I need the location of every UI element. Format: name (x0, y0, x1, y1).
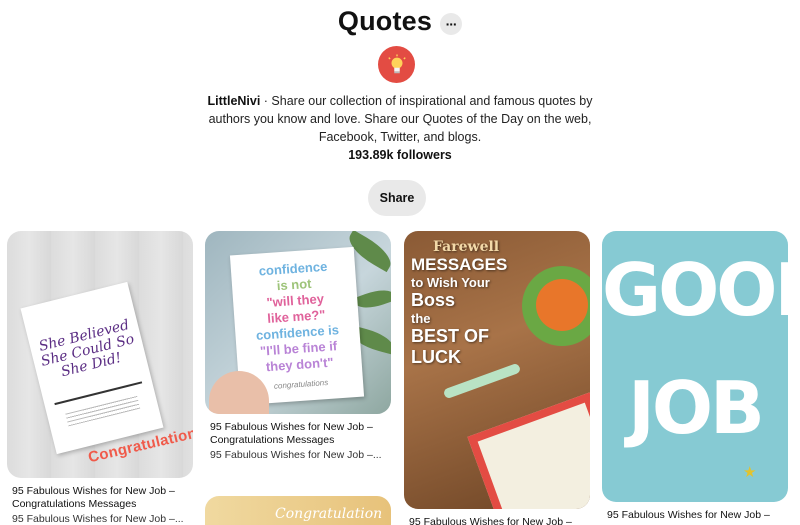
image-line: Boss (411, 290, 456, 310)
description-text: · Share our collection of inspirational … (208, 94, 593, 144)
pin-title[interactable]: 95 Fabulous Wishes for New Job – Congrat… (205, 421, 391, 447)
more-options-button[interactable]: ··· (440, 12, 463, 35)
ellipsis-icon: ··· (445, 15, 458, 32)
pin-image-card-text: She Believed She Could So She Did! (37, 317, 136, 381)
share-button[interactable]: Share (368, 180, 426, 216)
pin-image-card: She Believed She Could So She Did! (20, 281, 164, 455)
pin-subtitle: 95 Fabulous Wishes for New Job –... (12, 513, 184, 525)
pen (442, 362, 522, 400)
image-line: Farewell (433, 239, 500, 255)
leaf (353, 284, 391, 314)
board-title: Quotes (337, 6, 433, 36)
pin-image[interactable]: confidence is not "will they like me?" c… (205, 231, 391, 414)
image-line: MESSAGES (411, 255, 508, 274)
pin-card[interactable]: Farewell MESSAGES to Wish Your Boss the … (404, 231, 590, 525)
lightbulb-icon (387, 53, 406, 73)
pin-image-banner: Congratulation (275, 506, 383, 522)
cup-inner (536, 279, 588, 331)
image-line: GOOD (602, 248, 788, 332)
pin-title[interactable]: 95 Fabulous Wishes for New Job – (404, 516, 590, 525)
owner-link[interactable]: LittleNivi (208, 94, 261, 108)
image-line: JOB (628, 366, 765, 450)
pin-image[interactable]: Farewell MESSAGES to Wish Your Boss the … (404, 231, 590, 509)
pin-image[interactable]: Congratulation (205, 496, 391, 525)
pin-image-text: GOOD JOB (602, 251, 788, 447)
image-line: to Wish Your (411, 275, 490, 290)
avatar[interactable] (378, 46, 415, 83)
pin-image[interactable]: She Believed She Could So She Did! Congr… (7, 231, 193, 478)
board-description: LittleNivi · Share our collection of ins… (195, 92, 605, 146)
pin-card[interactable]: Congratulation (205, 496, 391, 525)
pin-subtitle: 95 Fabulous Wishes for New Job –... (210, 449, 382, 461)
pin-card[interactable]: confidence is not "will they like me?" c… (205, 231, 391, 462)
star-icon: ★ (743, 464, 757, 481)
pin-title[interactable]: 95 Fabulous Wishes for New Job – Congrat… (7, 485, 193, 511)
pin-card[interactable]: GOOD JOB ★ 95 Fabulous Wishes for New Jo… (602, 231, 788, 522)
pin-card[interactable]: She Believed She Could So She Did! Congr… (7, 231, 193, 525)
notebook (467, 392, 590, 509)
image-line: the (411, 311, 431, 326)
pin-image[interactable]: GOOD JOB ★ (602, 231, 788, 502)
pin-image-text: Farewell MESSAGES to Wish Your Boss the … (411, 239, 507, 368)
image-line: LUCK (411, 347, 461, 367)
title-row: Quotes ··· (0, 6, 800, 37)
followers-count[interactable]: 193.89k followers (0, 148, 800, 162)
image-line: BEST OF (411, 326, 490, 346)
pin-title[interactable]: 95 Fabulous Wishes for New Job – (602, 509, 788, 522)
